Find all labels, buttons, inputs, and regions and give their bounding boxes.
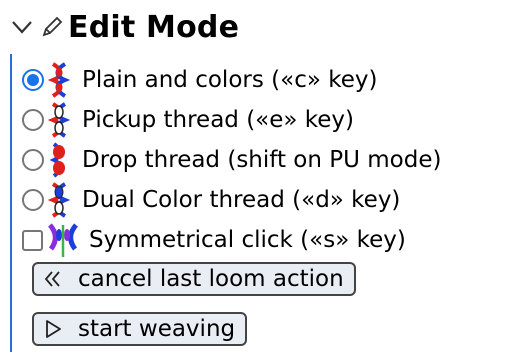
mode-radio-dual-color[interactable]: [22, 189, 44, 211]
play-icon: [46, 320, 61, 338]
drop-thread-icon: [49, 142, 65, 178]
mode-label-dual-color: Dual Color thread («d» key): [82, 187, 401, 213]
mode-option-pickup[interactable]: Pickup thread («e» key): [22, 100, 354, 140]
mode-option-drop[interactable]: Drop thread (shift on PU mode): [22, 140, 441, 180]
symmetrical-checkbox[interactable]: [22, 229, 43, 251]
symmetrical-label: Symmetrical click («s» key): [89, 227, 406, 253]
plain-thread-icon: [48, 62, 70, 98]
symmetrical-click-option[interactable]: Symmetrical click («s» key): [22, 220, 406, 260]
cancel-last-loom-action-button[interactable]: cancel last loom action: [32, 262, 356, 296]
mode-option-plain[interactable]: Plain and colors («c» key): [22, 60, 377, 100]
mode-radio-drop[interactable]: [22, 149, 44, 171]
mode-label-drop: Drop thread (shift on PU mode): [82, 147, 442, 173]
dual-color-thread-icon: [48, 182, 70, 218]
mode-label-plain: Plain and colors («c» key): [82, 67, 378, 93]
chevron-down-icon[interactable]: [10, 17, 34, 37]
pencil-icon: [42, 16, 63, 37]
mode-radio-plain[interactable]: [22, 69, 44, 91]
double-chevron-left-icon: [44, 271, 60, 287]
section-title: Edit Mode: [68, 9, 240, 45]
mode-radio-pickup[interactable]: [22, 109, 44, 131]
pickup-thread-icon: [48, 102, 70, 138]
start-weaving-button[interactable]: start weaving: [32, 312, 248, 346]
start-button-label: start weaving: [78, 316, 236, 342]
cancel-button-label: cancel last loom action: [78, 266, 344, 292]
edit-mode-panel: Plain and colors («c» key) Pickup thread…: [10, 54, 520, 352]
section-header[interactable]: Edit Mode: [10, 2, 239, 52]
mode-label-pickup: Pickup thread («e» key): [82, 107, 355, 133]
symmetrical-icon: [48, 223, 78, 257]
mode-option-dual-color[interactable]: Dual Color thread («d» key): [22, 180, 400, 220]
